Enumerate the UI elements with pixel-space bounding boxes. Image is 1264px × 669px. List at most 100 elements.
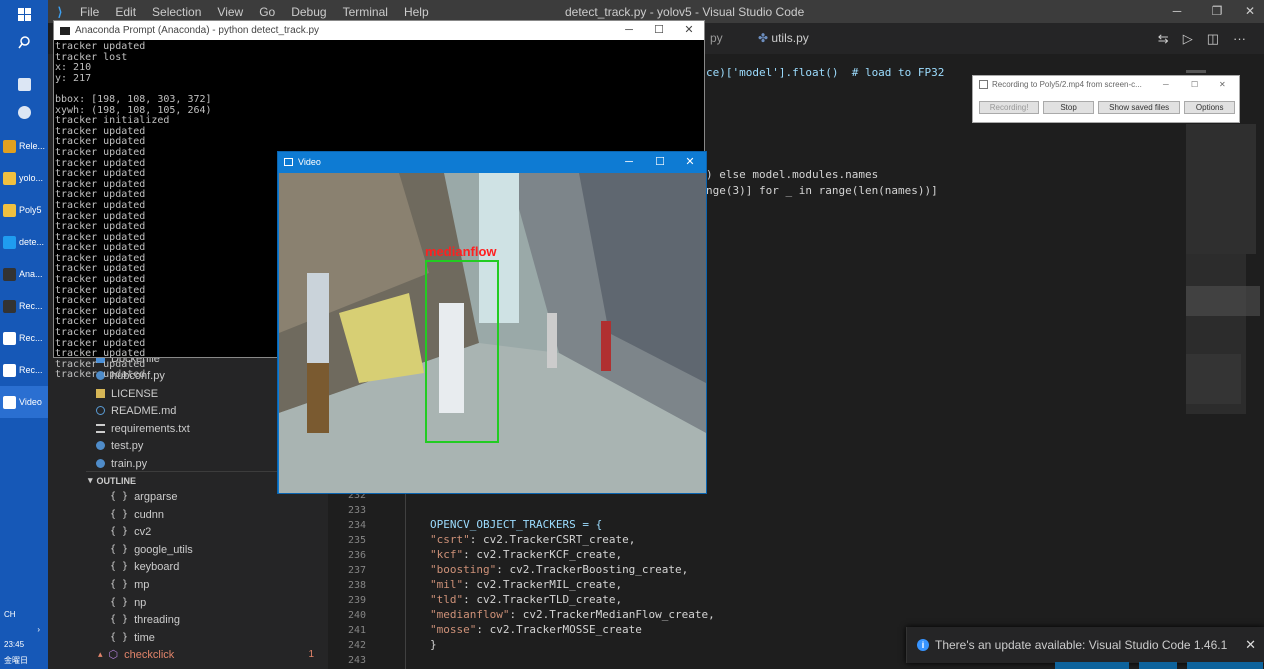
more-actions-icon[interactable]: ··· bbox=[1233, 31, 1246, 46]
minimize-icon[interactable]: ─ bbox=[1157, 0, 1197, 23]
tracker-box bbox=[425, 260, 499, 443]
notification-action-button[interactable] bbox=[1187, 662, 1263, 669]
code-line-236: "kcf": cv2.TrackerKCF_create, bbox=[430, 548, 623, 561]
menu-help[interactable]: Help bbox=[396, 5, 437, 19]
chevron-right-icon[interactable]: › bbox=[0, 622, 48, 637]
recorder-window[interactable]: Recording to Poly5/2.mp4 from screen-c..… bbox=[972, 75, 1240, 123]
compare-icon[interactable]: ⇆ bbox=[1158, 31, 1169, 47]
terminal-icon bbox=[3, 299, 16, 313]
show-saved-files-button[interactable]: Show saved files bbox=[1097, 101, 1181, 114]
minimize-icon[interactable]: ─ bbox=[614, 21, 644, 40]
file-requirements[interactable]: requirements.txt bbox=[96, 420, 190, 437]
split-editor-icon[interactable]: ◫ bbox=[1207, 31, 1219, 47]
line-number: 235 bbox=[347, 535, 366, 546]
recorder-title: Recording to Poly5/2.mp4 from screen-c..… bbox=[992, 80, 1142, 89]
minimize-icon[interactable]: ─ bbox=[614, 152, 644, 172]
line-number: 233 bbox=[347, 505, 366, 516]
minimize-icon[interactable]: ─ bbox=[1163, 80, 1169, 89]
language-indicator[interactable]: CH bbox=[0, 607, 48, 622]
search-icon bbox=[17, 35, 30, 48]
notification-action-button[interactable] bbox=[1055, 662, 1129, 669]
file-readme[interactable]: README.md bbox=[96, 402, 176, 419]
file-license[interactable]: LICENSE bbox=[96, 385, 158, 402]
close-icon[interactable]: ✕ bbox=[1219, 80, 1226, 89]
outline-item[interactable]: { } np bbox=[110, 594, 146, 611]
windows-taskbar: Rele... yolo... Poly5 dete... Ana... Rec... Re… bbox=[0, 0, 48, 669]
menu-edit[interactable]: Edit bbox=[107, 5, 144, 19]
chevron-down-icon: ▴ bbox=[98, 649, 103, 659]
file-train[interactable]: train.py bbox=[96, 455, 147, 472]
close-icon[interactable]: ✕ bbox=[675, 152, 705, 172]
window-icon bbox=[284, 158, 293, 166]
video-window[interactable]: Video ─ ☐ ✕ medianflow bbox=[277, 151, 707, 494]
taskbar-app-button[interactable]: yolo... bbox=[0, 162, 48, 194]
info-file-icon bbox=[96, 406, 105, 415]
video-title-bar[interactable]: Video ─ ☐ ✕ bbox=[278, 152, 706, 172]
taskbar-app-label: Rec... bbox=[19, 333, 43, 343]
outline-item[interactable]: { } mp bbox=[110, 576, 149, 593]
module-icon: { } bbox=[110, 561, 129, 572]
menu-file[interactable]: File bbox=[72, 5, 107, 19]
problem-count-badge: 1 bbox=[308, 649, 314, 660]
menu-selection[interactable]: Selection bbox=[144, 5, 209, 19]
anaconda-title-bar[interactable]: Anaconda Prompt (Anaconda) - python dete… bbox=[54, 21, 704, 40]
taskbar-app-button[interactable]: Rec... bbox=[0, 354, 48, 386]
recorder-title-bar[interactable]: Recording to Poly5/2.mp4 from screen-c..… bbox=[973, 76, 1239, 93]
taskbar-app-label: Rec... bbox=[19, 301, 43, 311]
code-line-237: "boosting": cv2.TrackerBoosting_create, bbox=[430, 563, 689, 576]
run-icon[interactable]: ▷ bbox=[1183, 31, 1193, 47]
outline-item[interactable]: { } threading bbox=[110, 611, 180, 628]
tab-label: utils.py bbox=[771, 31, 809, 45]
menu-view[interactable]: View bbox=[209, 5, 251, 19]
close-icon[interactable]: ✕ bbox=[1245, 637, 1256, 653]
taskbar-app-button[interactable]: dete... bbox=[0, 226, 48, 258]
taskbar-app-button[interactable]: Rele... bbox=[0, 130, 48, 162]
close-icon[interactable]: ✕ bbox=[1230, 0, 1264, 23]
taskbar-app-button[interactable]: Rec... bbox=[0, 290, 48, 322]
line-number: 237 bbox=[347, 565, 366, 576]
options-button[interactable]: Options bbox=[1184, 101, 1235, 114]
taskbar-pinned-2[interactable] bbox=[0, 98, 48, 126]
line-number: 236 bbox=[347, 550, 366, 561]
taskbar-app-button[interactable]: Poly5 bbox=[0, 194, 48, 226]
clock-date[interactable]: 金曜日 bbox=[0, 652, 48, 669]
taskbar-app-button[interactable]: Ana... bbox=[0, 258, 48, 290]
taskbar-app-button[interactable]: Video bbox=[0, 386, 48, 418]
menu-terminal[interactable]: Terminal bbox=[335, 5, 396, 19]
outline-item[interactable]: { } argparse bbox=[110, 488, 177, 505]
line-number: 241 bbox=[347, 625, 366, 636]
notification-text: There's an update available: Visual Stud… bbox=[935, 638, 1228, 652]
video-frame: medianflow bbox=[279, 173, 706, 493]
taskbar-app-button[interactable]: Rec... bbox=[0, 322, 48, 354]
taskbar-app-label: Rec... bbox=[19, 365, 43, 375]
notification-action-button[interactable] bbox=[1139, 662, 1177, 669]
close-icon[interactable]: ✕ bbox=[674, 21, 704, 40]
outline-item[interactable]: { } keyboard bbox=[110, 558, 179, 575]
stop-button[interactable]: Stop bbox=[1043, 101, 1094, 114]
recording-button[interactable]: Recording! bbox=[979, 101, 1040, 114]
outline-label: time bbox=[134, 631, 155, 644]
tab-utils[interactable]: ✤ utils.py bbox=[748, 23, 819, 54]
line-number: 239 bbox=[347, 595, 366, 606]
outline-item[interactable]: { } time bbox=[110, 629, 155, 646]
outline-item[interactable]: { } cv2 bbox=[110, 523, 151, 540]
maximize-icon[interactable]: ☐ bbox=[644, 21, 674, 40]
console-line: bbox: [198, 108, 303, 372] bbox=[55, 93, 212, 105]
file-test[interactable]: test.py bbox=[96, 437, 143, 454]
menu-go[interactable]: Go bbox=[251, 5, 283, 19]
start-button[interactable] bbox=[0, 0, 48, 28]
maximize-icon[interactable]: ☐ bbox=[645, 152, 675, 172]
clock-time[interactable]: 23:45 bbox=[0, 637, 48, 652]
outline-item[interactable]: { } google_utils bbox=[110, 541, 193, 558]
taskbar-pinned-1[interactable] bbox=[0, 70, 48, 98]
outline-item[interactable]: { } cudnn bbox=[110, 506, 164, 523]
window-title: detect_track.py - yolov5 - Visual Studio… bbox=[565, 4, 805, 19]
code-line-top-3: nge(3)] for _ in range(len(names))] bbox=[706, 184, 938, 197]
search-button[interactable] bbox=[0, 28, 48, 56]
line-number: 234 bbox=[347, 520, 366, 531]
minimap[interactable] bbox=[1180, 54, 1264, 669]
maximize-icon[interactable]: ☐ bbox=[1191, 80, 1198, 89]
menu-debug[interactable]: Debug bbox=[283, 5, 334, 19]
windows-logo-icon bbox=[17, 7, 31, 21]
outline-item-checkclick[interactable]: ▴ ⬡ checkclick 1 bbox=[98, 646, 328, 663]
